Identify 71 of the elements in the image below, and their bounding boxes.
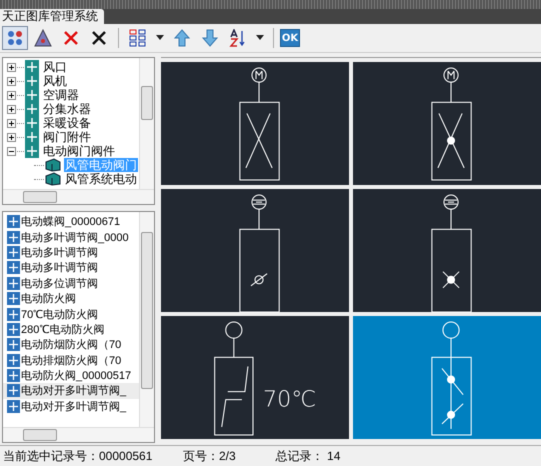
symbol-icon bbox=[7, 246, 20, 259]
book-icon bbox=[45, 158, 61, 172]
grid-icon bbox=[129, 29, 147, 47]
list-item[interactable]: 电动多叶调节阀 bbox=[3, 244, 139, 260]
vertical-scrollbar[interactable] bbox=[139, 212, 154, 427]
list-item[interactable]: 280℃电动防火阀 bbox=[3, 322, 139, 338]
symbol-icon bbox=[7, 400, 20, 413]
symbol-icon bbox=[7, 384, 20, 398]
list-item[interactable]: 电动多叶调节阀_0000 bbox=[3, 229, 139, 245]
symbol-icon bbox=[7, 322, 20, 336]
list-item[interactable]: 电动防火阀 bbox=[3, 290, 139, 306]
up-arrow-icon bbox=[174, 29, 190, 47]
dots-icon bbox=[6, 29, 24, 47]
horizontal-scrollbar[interactable] bbox=[3, 189, 154, 204]
expander-toggle[interactable] bbox=[7, 90, 16, 100]
tree-folder[interactable]: 风机 bbox=[42, 74, 68, 88]
tree-folder[interactable]: 空调器 bbox=[42, 88, 80, 102]
list-item[interactable]: 电动对开多叶调节阀_ bbox=[3, 398, 139, 414]
list-item[interactable]: 电动排烟防火阀（70 bbox=[3, 352, 139, 368]
symbol-tile[interactable] bbox=[353, 189, 541, 312]
folder-icon bbox=[25, 144, 39, 158]
temperature-label: 70℃ bbox=[263, 386, 316, 413]
tree-folder[interactable]: 风口 bbox=[42, 60, 68, 74]
list-item[interactable]: 电动防烟防火阀（70 bbox=[3, 337, 139, 353]
symbol-tile[interactable] bbox=[161, 62, 349, 185]
list-item[interactable]: 电动多位调节阀 bbox=[3, 276, 139, 291]
symbol-icon bbox=[7, 261, 20, 274]
caret-icon bbox=[256, 35, 264, 41]
expander-toggle[interactable] bbox=[7, 132, 16, 142]
tree-folder[interactable]: 分集水器 bbox=[42, 102, 92, 116]
list-item[interactable]: 70℃电动防火阀 bbox=[3, 306, 139, 322]
status-text: 当前选中记录号：00000561 bbox=[3, 448, 154, 464]
book-icon bbox=[45, 172, 61, 186]
symbol-icon bbox=[7, 354, 20, 367]
ok-button[interactable]: OK bbox=[280, 29, 300, 47]
status-text: 总记录： 14 bbox=[276, 448, 340, 464]
symbol-tile[interactable] bbox=[161, 189, 349, 312]
window-title: 天正图库管理系统 bbox=[0, 9, 104, 24]
sort-icon bbox=[229, 29, 247, 47]
tree-folder[interactable]: 电动阀门阀件 bbox=[42, 144, 116, 158]
symbol-icon bbox=[7, 308, 20, 321]
list-item[interactable]: 电动防火阀_00000517 bbox=[3, 368, 139, 384]
symbol-icon bbox=[7, 338, 20, 352]
cross-icon bbox=[63, 30, 79, 46]
vertical-scrollbar[interactable] bbox=[139, 58, 154, 189]
triangle-icon bbox=[34, 29, 52, 47]
list-item[interactable]: 电动对开多叶调节阀_ bbox=[3, 383, 139, 399]
symbol-icon bbox=[7, 276, 20, 290]
list-item[interactable]: 电动蝶阀_00000671 bbox=[3, 214, 139, 230]
cross-icon bbox=[91, 30, 107, 46]
symbol-icon bbox=[7, 215, 20, 228]
expander-toggle[interactable] bbox=[7, 76, 16, 86]
tree-item[interactable]: 风管系统电动 bbox=[64, 172, 138, 186]
symbol-icon bbox=[7, 230, 20, 244]
expander-toggle[interactable] bbox=[7, 62, 16, 72]
expander-toggle[interactable] bbox=[7, 146, 16, 156]
symbol-icon bbox=[7, 369, 20, 382]
expander-toggle[interactable] bbox=[7, 104, 16, 114]
tree-folder[interactable]: 采暖设备 bbox=[42, 116, 92, 130]
down-arrow-icon bbox=[202, 29, 218, 47]
status-text: 页号：2/3 bbox=[183, 448, 236, 464]
list-item[interactable]: 电动多叶调节阀 bbox=[3, 260, 139, 276]
tree-folder[interactable]: 阀门附件 bbox=[42, 130, 92, 144]
symbol-icon bbox=[7, 292, 20, 306]
expander-toggle[interactable] bbox=[7, 118, 16, 128]
caret-icon bbox=[156, 35, 164, 41]
folder-icon bbox=[25, 60, 39, 74]
symbol-tile[interactable] bbox=[353, 62, 541, 185]
horizontal-scrollbar[interactable] bbox=[3, 427, 154, 442]
symbol-tile[interactable] bbox=[353, 316, 541, 439]
symbol-tile[interactable]: 70℃ bbox=[161, 316, 349, 439]
